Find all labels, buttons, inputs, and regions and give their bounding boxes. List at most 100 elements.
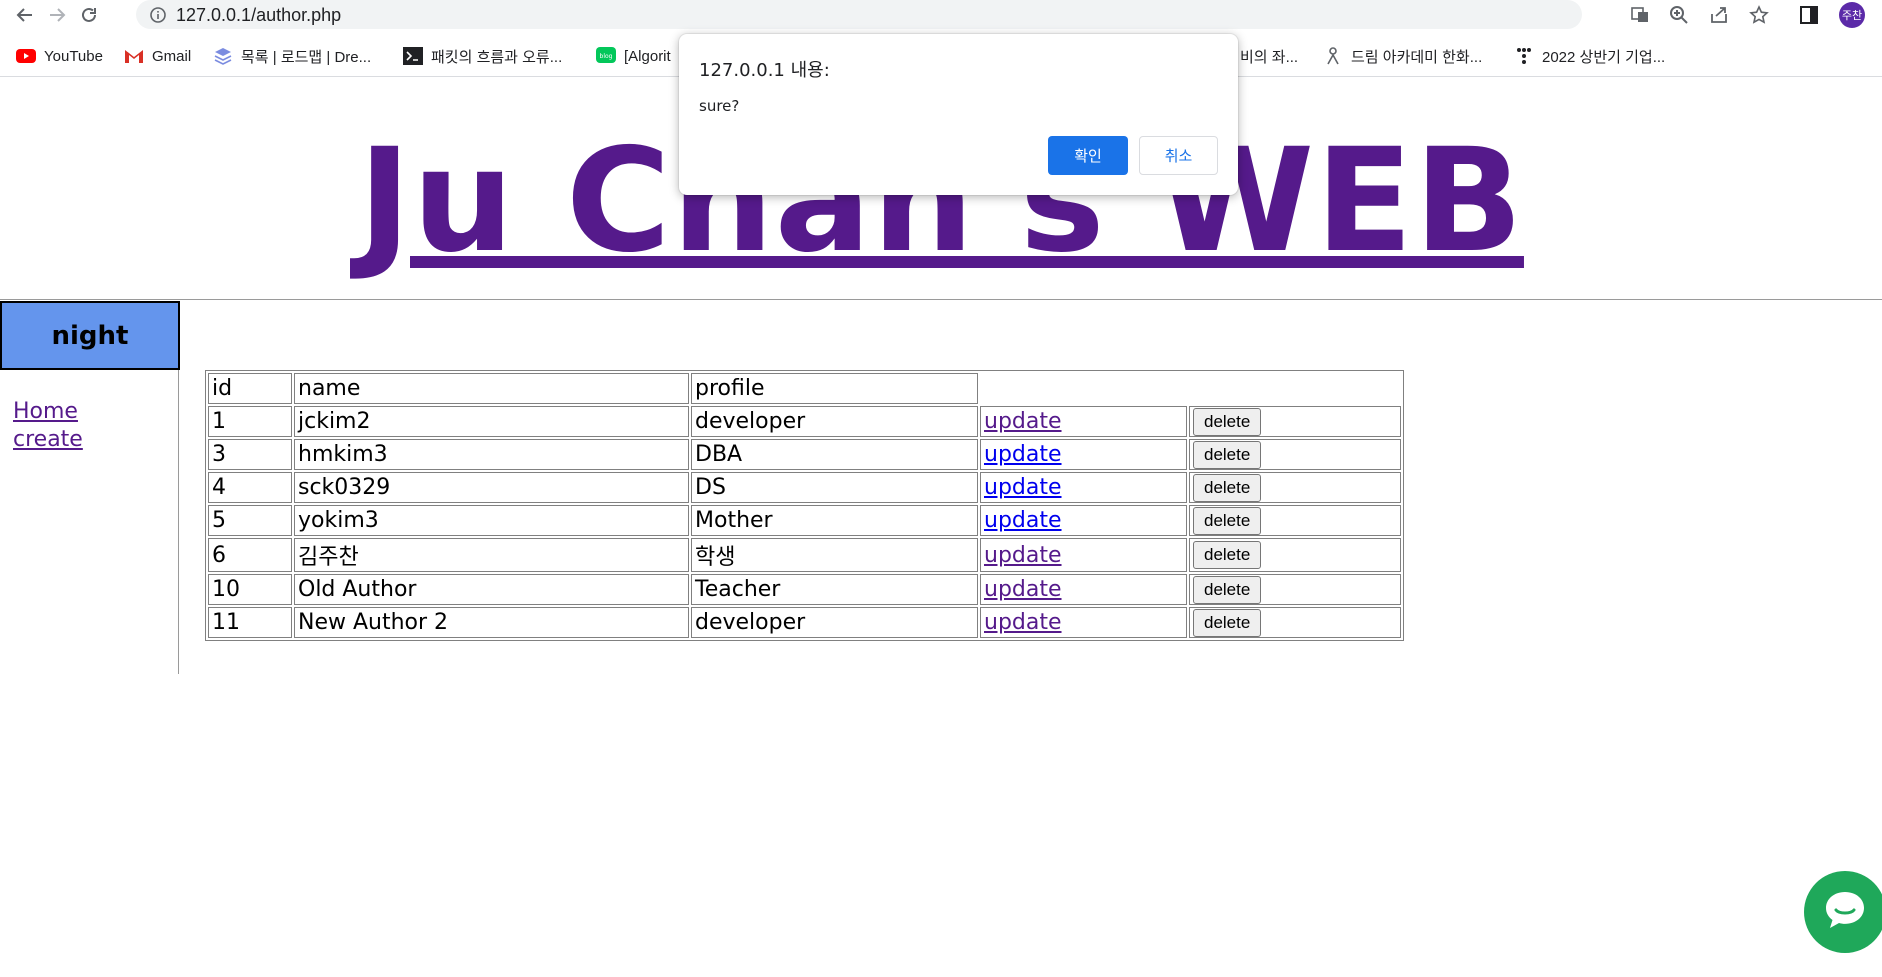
table-row: 5 yokim3 Mother update delete — [208, 505, 1401, 536]
authors-table: id name profile 1 jckim2 developer updat… — [205, 370, 1404, 641]
reload-icon[interactable] — [76, 2, 102, 28]
cell-update: update — [980, 574, 1187, 605]
cell-profile: DS — [691, 472, 978, 503]
update-link[interactable]: update — [984, 475, 1062, 500]
bookmark-2022[interactable]: 2022 상반기 기업... — [1514, 44, 1665, 68]
star-icon[interactable] — [1747, 3, 1771, 27]
person-icon — [1323, 46, 1343, 66]
cell-profile: developer — [691, 607, 978, 638]
table-header-row: id name profile — [208, 373, 1401, 404]
cell-delete: delete — [1189, 505, 1401, 536]
delete-button[interactable]: delete — [1193, 541, 1262, 569]
cell-delete: delete — [1189, 406, 1401, 437]
table-row: 10 Old Author Teacher update delete — [208, 574, 1401, 605]
cell-id: 1 — [208, 406, 292, 437]
bookmark-packet[interactable]: 패킷의 흐름과 오류... — [403, 44, 562, 68]
browser-toolbar: 127.0.0.1/author.php 주찬 — [0, 0, 1882, 30]
url-text[interactable]: 127.0.0.1/author.php — [176, 5, 341, 26]
cell-delete: delete — [1189, 574, 1401, 605]
cell-id: 6 — [208, 538, 292, 572]
bookmark-label: 목록 | 로드맵 | Dre... — [241, 48, 372, 66]
dots-icon — [1514, 46, 1534, 66]
table-row: 4 sck0329 DS update delete — [208, 472, 1401, 503]
bookmark-label: 비의 좌... — [1240, 48, 1299, 66]
cell-name: jckim2 — [294, 406, 689, 437]
delete-button[interactable]: delete — [1193, 608, 1262, 637]
cell-id: 4 — [208, 472, 292, 503]
update-link[interactable]: update — [984, 577, 1062, 602]
cell-id: 11 — [208, 607, 292, 638]
roadmap-icon — [213, 46, 233, 66]
cell-profile: DBA — [691, 439, 978, 470]
zoom-icon[interactable] — [1667, 3, 1691, 27]
bookmark-label: 드림 아카데미 한화... — [1351, 48, 1483, 66]
cell-profile: 학생 — [691, 538, 978, 572]
terminal-icon — [403, 46, 423, 66]
delete-button[interactable]: delete — [1193, 506, 1262, 535]
dialog-cancel-button[interactable]: 취소 — [1139, 136, 1218, 175]
header-id: id — [208, 373, 292, 404]
chat-bubble-icon — [1822, 888, 1868, 936]
header-empty — [1189, 373, 1401, 404]
cell-update: update — [980, 538, 1187, 572]
table-row: 11 New Author 2 developer update delete — [208, 607, 1401, 638]
translate-icon[interactable] — [1628, 3, 1652, 27]
update-link[interactable]: update — [984, 508, 1062, 533]
page-content: Ju Chan's WEB night Home create id name … — [0, 77, 1882, 977]
bookmark-dream-academy[interactable]: 드림 아카데미 한화... — [1323, 44, 1482, 68]
share-icon[interactable] — [1707, 3, 1731, 27]
dialog-ok-button[interactable]: 확인 — [1048, 136, 1128, 175]
side-panel-icon[interactable] — [1798, 4, 1820, 26]
bookmark-gmail[interactable]: Gmail — [124, 44, 191, 68]
nav-create-link[interactable]: create — [13, 426, 83, 454]
bookmark-roadmap[interactable]: 목록 | 로드맵 | Dre... — [213, 44, 371, 68]
delete-button[interactable]: delete — [1193, 407, 1262, 436]
profile-avatar[interactable]: 주찬 — [1839, 2, 1865, 28]
table-row: 3 hmkim3 DBA update delete — [208, 439, 1401, 470]
cell-delete: delete — [1189, 472, 1401, 503]
update-link[interactable]: update — [984, 543, 1062, 568]
bookmark-label: Gmail — [152, 47, 192, 65]
table-row: 1 jckim2 developer update delete — [208, 406, 1401, 437]
delete-button[interactable]: delete — [1193, 575, 1262, 604]
bookmark-youtube[interactable]: YouTube — [16, 44, 103, 68]
cell-profile: Teacher — [691, 574, 978, 605]
cell-update: update — [980, 406, 1187, 437]
update-link[interactable]: update — [984, 409, 1062, 434]
delete-button[interactable]: delete — [1193, 473, 1262, 502]
confirm-dialog: 127.0.0.1 내용: sure? 확인 취소 — [679, 34, 1238, 195]
cell-delete: delete — [1189, 439, 1401, 470]
cell-name: sck0329 — [294, 472, 689, 503]
cell-profile: Mother — [691, 505, 978, 536]
youtube-icon — [16, 46, 36, 66]
cell-id: 10 — [208, 574, 292, 605]
forward-icon[interactable] — [44, 2, 70, 28]
cell-update: update — [980, 472, 1187, 503]
bookmark-label: YouTube — [44, 47, 103, 65]
cell-update: update — [980, 607, 1187, 638]
cell-delete: delete — [1189, 607, 1401, 638]
cell-id: 3 — [208, 439, 292, 470]
update-link[interactable]: update — [984, 610, 1062, 635]
cell-name: Old Author — [294, 574, 689, 605]
nav-home-link[interactable]: Home — [13, 398, 83, 426]
cell-update: update — [980, 439, 1187, 470]
bookmark-partial[interactable]: 비의 좌... — [1240, 44, 1298, 68]
back-icon[interactable] — [12, 2, 38, 28]
header-name: name — [294, 373, 689, 404]
site-info-icon[interactable] — [146, 3, 170, 27]
bookmark-label: 패킷의 흐름과 오류... — [431, 48, 563, 66]
blog-icon: blog — [596, 46, 616, 66]
night-mode-button[interactable]: night — [0, 301, 180, 370]
chat-widget-button[interactable] — [1804, 871, 1882, 953]
delete-button[interactable]: delete — [1193, 440, 1262, 469]
cell-name: 김주찬 — [294, 538, 689, 572]
cell-name: New Author 2 — [294, 607, 689, 638]
bookmark-algorithm[interactable]: blog [Algorit — [596, 44, 671, 68]
cell-name: hmkim3 — [294, 439, 689, 470]
bookmark-label: [Algorit — [624, 47, 671, 65]
update-link[interactable]: update — [984, 442, 1062, 467]
address-bar[interactable]: 127.0.0.1/author.php — [136, 0, 1769, 29]
svg-text:blog: blog — [600, 53, 613, 60]
dialog-title: 127.0.0.1 내용: — [699, 60, 830, 81]
